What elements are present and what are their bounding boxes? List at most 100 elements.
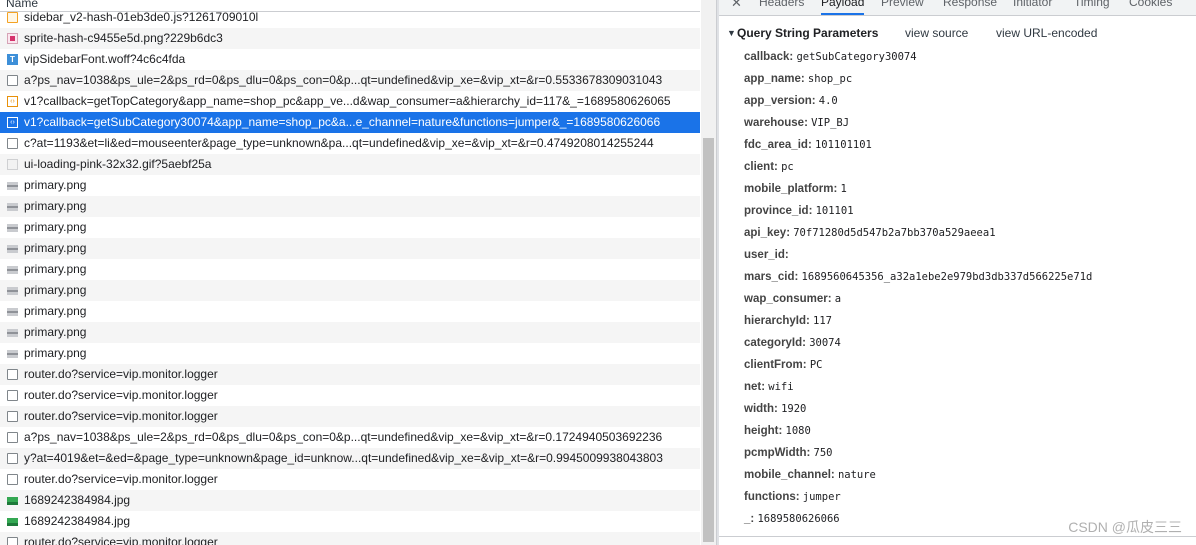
param-separator: : xyxy=(795,491,803,503)
query-param-row: api_key: 70f71280d5d547b2a7bb370a529aeea… xyxy=(744,222,1184,244)
request-name: sidebar_v2-hash-01eb3de0.js?1261709010l xyxy=(24,10,259,24)
query-params-list: callback: getSubCategory30074 app_name: s… xyxy=(744,46,1184,530)
png-file-icon xyxy=(7,224,18,232)
request-row[interactable]: primary.png xyxy=(0,343,700,364)
param-key: wap_consumer xyxy=(744,293,828,305)
param-value: jumper xyxy=(802,491,841,503)
tab-timing[interactable]: Timing xyxy=(1074,0,1110,15)
request-row[interactable]: router.do?service=vip.monitor.logger xyxy=(0,532,700,545)
param-separator: : xyxy=(833,183,841,195)
request-row[interactable]: primary.png xyxy=(0,322,700,343)
request-row[interactable]: primary.png xyxy=(0,196,700,217)
request-row[interactable]: 1689242384984.jpg xyxy=(0,490,700,511)
request-row[interactable]: sprite-hash-c9455e5d.png?229b6dc3 xyxy=(0,28,700,49)
param-key: clientFrom xyxy=(744,359,803,371)
param-key: functions xyxy=(744,491,796,503)
request-row[interactable]: primary.png xyxy=(0,175,700,196)
query-param-row: app_version: 4.0 xyxy=(744,90,1184,112)
scrollbar-thumb[interactable] xyxy=(703,138,714,542)
param-key: api_key xyxy=(744,227,787,239)
doc-file-icon xyxy=(7,432,18,443)
view-url-encoded-link[interactable]: view URL-encoded xyxy=(996,24,1097,42)
query-param-row: user_id: xyxy=(744,244,1184,266)
png-file-icon xyxy=(7,308,18,316)
request-row[interactable]: primary.png xyxy=(0,301,700,322)
request-row[interactable]: 1689242384984.jpg xyxy=(0,511,700,532)
request-row[interactable]: c?at=1193&et=li&ed=mouseenter&page_type=… xyxy=(0,133,700,154)
request-row[interactable]: a?ps_nav=1038&ps_ule=2&ps_rd=0&ps_dlu=0&… xyxy=(0,427,700,448)
param-value: shop_pc xyxy=(807,73,853,85)
png-file-icon xyxy=(7,329,18,337)
request-name: primary.png xyxy=(24,346,87,360)
param-value: VIP_BJ xyxy=(811,117,850,129)
name-column-header[interactable]: Name xyxy=(0,0,700,12)
request-name: primary.png xyxy=(24,178,87,192)
param-value: 70f71280d5d547b2a7bb370a529aeea1 xyxy=(793,227,996,239)
param-separator: : xyxy=(827,293,835,305)
param-key: width xyxy=(744,403,775,415)
doc-file-icon xyxy=(7,390,18,401)
request-name: primary.png xyxy=(24,199,87,213)
request-row[interactable]: ‹› v1?callback=getTopCategory&app_name=sh… xyxy=(0,91,700,112)
query-param-row: height: 1080 xyxy=(744,420,1184,442)
tab-headers[interactable]: Headers xyxy=(759,0,804,15)
request-list-panel: sidebar_v2-hash-01eb3de0.js?1261709010ls… xyxy=(0,0,716,545)
request-name: router.do?service=vip.monitor.logger xyxy=(24,388,218,402)
png-file-icon xyxy=(7,182,18,190)
param-key: user_id xyxy=(744,249,785,261)
param-key: mobile_platform xyxy=(744,183,834,195)
request-name: ui-loading-pink-32x32.gif?5aebf25a xyxy=(24,157,212,171)
png-file-icon xyxy=(7,203,18,211)
request-row[interactable]: a?ps_nav=1038&ps_ule=2&ps_rd=0&ps_dlu=0&… xyxy=(0,70,700,91)
query-param-row: fdc_area_id: 101101101 xyxy=(744,134,1184,156)
request-row[interactable]: primary.png xyxy=(0,217,700,238)
param-value: wifi xyxy=(768,381,794,393)
query-param-row: callback: getSubCategory30074 xyxy=(744,46,1184,68)
doc-file-icon xyxy=(7,75,18,86)
gif-file-icon xyxy=(7,159,18,170)
tab-response[interactable]: Response xyxy=(943,0,997,15)
request-name: router.do?service=vip.monitor.logger xyxy=(24,472,218,486)
request-name: primary.png xyxy=(24,325,87,339)
param-separator: : xyxy=(807,139,815,151)
request-name: y?at=4019&et=&ed=&page_type=unknown&page… xyxy=(24,451,663,465)
request-name: 1689242384984.jpg xyxy=(24,493,131,507)
request-list: sidebar_v2-hash-01eb3de0.js?1261709010ls… xyxy=(0,7,700,545)
param-value: 750 xyxy=(813,447,833,459)
param-separator: : xyxy=(811,95,819,107)
request-name: sprite-hash-c9455e5d.png?229b6dc3 xyxy=(24,31,223,45)
request-row[interactable]: primary.png xyxy=(0,259,700,280)
param-key: fdc_area_id xyxy=(744,139,808,151)
query-param-row: province_id: 101101 xyxy=(744,200,1184,222)
tab-preview[interactable]: Preview xyxy=(881,0,924,15)
close-icon[interactable]: ✕ xyxy=(731,0,742,10)
query-param-row: mobile_channel: nature xyxy=(744,464,1184,486)
request-row[interactable]: y?at=4019&et=&ed=&page_type=unknown&page… xyxy=(0,448,700,469)
request-row[interactable]: primary.png xyxy=(0,280,700,301)
doc-file-icon xyxy=(7,453,18,464)
request-name: a?ps_nav=1038&ps_ule=2&ps_rd=0&ps_dlu=0&… xyxy=(24,73,663,87)
view-source-link[interactable]: view source xyxy=(905,24,968,42)
request-row[interactable]: ui-loading-pink-32x32.gif?5aebf25a xyxy=(0,154,700,175)
param-key: province_id xyxy=(744,205,809,217)
tab-initiator[interactable]: Initiator xyxy=(1013,0,1052,15)
request-row[interactable]: router.do?service=vip.monitor.logger xyxy=(0,469,700,490)
request-row[interactable]: TvipSidebarFont.woff?4c6c4fda xyxy=(0,49,700,70)
request-row[interactable]: router.do?service=vip.monitor.logger xyxy=(0,364,700,385)
param-key: warehouse xyxy=(744,117,805,129)
request-row[interactable]: router.do?service=vip.monitor.logger xyxy=(0,385,700,406)
expand-arrow-icon[interactable]: ▼ xyxy=(727,24,736,42)
tab-cookies[interactable]: Cookies xyxy=(1129,0,1172,15)
doc-file-icon xyxy=(7,369,18,380)
param-separator: : xyxy=(808,205,816,217)
request-row[interactable]: primary.png xyxy=(0,238,700,259)
tab-payload[interactable]: Payload xyxy=(821,0,865,15)
param-separator: : xyxy=(800,73,808,85)
request-name: c?at=1193&et=li&ed=mouseenter&page_type=… xyxy=(24,136,654,150)
request-row[interactable]: router.do?service=vip.monitor.logger xyxy=(0,406,700,427)
js-file-icon xyxy=(7,12,18,23)
request-name: 1689242384984.jpg xyxy=(24,514,131,528)
query-param-row: width: 1920 xyxy=(744,398,1184,420)
request-row[interactable]: ‹› v1?callback=getSubCategory30074&app_na… xyxy=(0,112,700,133)
param-separator: : xyxy=(802,359,810,371)
